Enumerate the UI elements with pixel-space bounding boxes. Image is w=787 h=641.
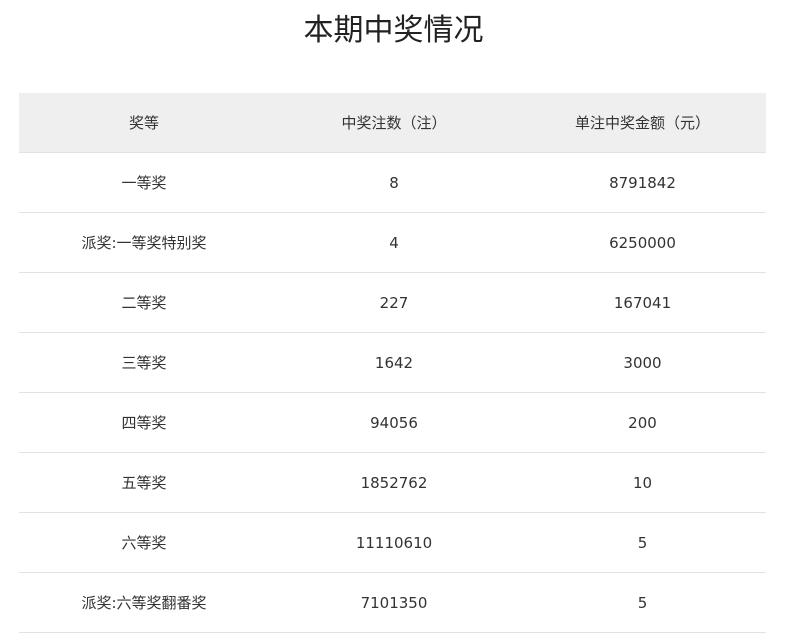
prize-amount: 10: [632, 473, 653, 492]
prize-amount: 5: [637, 533, 648, 552]
winner-count: 1852762: [360, 473, 428, 492]
prize-amount: 200: [628, 413, 657, 432]
table-row: 六等奖 11110610 5: [19, 513, 766, 573]
winner-count: 8: [389, 173, 399, 192]
prize-level: 派奖:六等奖翻番奖: [81, 594, 207, 612]
prize-level: 三等奖: [121, 354, 167, 372]
winner-count: 1642: [374, 353, 414, 372]
winner-count: 227: [379, 293, 409, 312]
table-row: 一等奖 8 8791842: [19, 153, 766, 213]
page-title: 本期中奖情况: [303, 13, 484, 48]
prize-amount: 5: [637, 593, 648, 612]
table-row: 四等奖 94056 200: [19, 393, 766, 453]
prize-amount: 167041: [613, 293, 672, 312]
prize-level: 一等奖: [121, 174, 167, 192]
table-row: 三等奖 1642 3000: [19, 333, 766, 393]
winner-count: 11110610: [355, 533, 433, 552]
winner-count: 94056: [370, 413, 418, 432]
table-row: 派奖:一等奖特别奖 4 6250000: [19, 213, 766, 273]
column-header-level: 奖等: [128, 114, 159, 132]
prize-level: 派奖:一等奖特别奖: [81, 234, 207, 252]
table-header: 奖等 中奖注数（注） 单注中奖金额（元）: [19, 93, 766, 153]
prize-amount: 6250000: [609, 233, 676, 252]
prize-table: 奖等 中奖注数（注） 单注中奖金额（元） 一等奖 8 8791842 派奖:一等…: [19, 93, 766, 633]
column-header-amount: 单注中奖金额（元）: [574, 114, 710, 132]
table-row: 五等奖 1852762 10: [19, 453, 766, 513]
prize-level: 五等奖: [121, 474, 167, 492]
table-row: 派奖:六等奖翻番奖 7101350 5: [19, 573, 766, 633]
table-row: 二等奖 227 167041: [19, 273, 766, 333]
winner-count: 7101350: [360, 593, 428, 612]
prize-level: 二等奖: [121, 294, 167, 312]
prize-amount: 8791842: [609, 173, 676, 192]
prize-amount: 3000: [623, 353, 662, 372]
prize-level: 四等奖: [121, 414, 167, 432]
prize-level: 六等奖: [121, 534, 167, 552]
winner-count: 4: [389, 233, 399, 252]
column-header-count: 中奖注数（注）: [341, 114, 447, 132]
